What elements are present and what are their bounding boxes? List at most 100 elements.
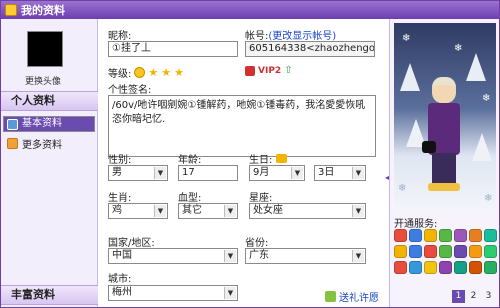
service-icon[interactable] (439, 245, 452, 258)
service-icon[interactable] (424, 261, 437, 274)
section-personal-info[interactable]: 个人资料 (1, 91, 98, 111)
snowflake-icon: ❄ (398, 183, 407, 194)
service-icon[interactable] (394, 261, 407, 274)
province-label: 省份: (245, 238, 269, 249)
basic-info-form: 昵称: ①挂了丄 帐号:(更改显示帐号) 605164338<zhaozheng… (99, 19, 382, 307)
chevron-down-icon: ▼ (291, 167, 303, 179)
services-grid (394, 229, 498, 275)
chevron-down-icon: ▼ (154, 167, 166, 179)
gender-value: 男 (112, 167, 122, 178)
service-icon[interactable] (484, 261, 497, 274)
sun-icon (134, 67, 146, 78)
nickname-label: 昵称: (108, 31, 132, 42)
birth-month-select[interactable]: 9月 ▼ (249, 165, 305, 181)
service-icon[interactable] (424, 229, 437, 242)
snowflake-icon: ❄ (482, 93, 491, 104)
gift-wish-link[interactable]: 送礼许愿 (325, 289, 379, 304)
service-icon[interactable] (439, 229, 452, 242)
city-value: 梅州 (112, 287, 132, 298)
level-label: 等级: (108, 69, 132, 80)
nickname-input[interactable]: ①挂了丄 (108, 41, 238, 57)
gift-wish-text: 送礼许愿 (339, 293, 379, 304)
vip-badge[interactable]: VIP2 ⇧ (245, 65, 293, 76)
birthday-label: 生日: (249, 155, 273, 166)
service-icon[interactable] (409, 229, 422, 242)
chevron-down-icon: ▼ (352, 205, 364, 217)
tree-shape (400, 63, 420, 91)
chevron-down-icon: ▼ (352, 250, 364, 262)
snowflake-icon: ❄ (484, 193, 493, 204)
country-select[interactable]: 中国 ▼ (108, 248, 238, 264)
service-icon[interactable] (484, 245, 497, 258)
profile-window: 我的资料 更换头像 个人资料 基本资料 更多资料 丰富资料 昵称: ①挂了丄 帐… (0, 0, 500, 308)
nav-item-label: 更多资料 (22, 140, 62, 151)
app-icon (5, 4, 17, 16)
page-1-button[interactable]: 1 (452, 290, 465, 303)
service-icon[interactable] (454, 245, 467, 258)
avatar[interactable] (27, 31, 63, 67)
chevron-down-icon: ▼ (224, 205, 236, 217)
nav-item-basic-info[interactable]: 基本资料 (3, 116, 95, 132)
birth-day-select[interactable]: 3日 ▼ (314, 165, 366, 181)
service-icon[interactable] (454, 229, 467, 242)
chevron-down-icon: ▼ (224, 250, 236, 262)
page-3-button[interactable]: 3 (482, 290, 495, 303)
service-icon[interactable] (469, 261, 482, 274)
section-rich-info[interactable]: 丰富资料 (1, 285, 98, 305)
snowflake-icon: ❄ (454, 43, 463, 54)
tree-shape (466, 53, 486, 81)
age-input[interactable]: 17 (178, 165, 238, 181)
blood-type-label: 血型: (178, 193, 202, 204)
change-avatar-link[interactable]: 更换头像 (25, 74, 61, 87)
services-label: 开通服务: (394, 219, 438, 230)
blood-type-select[interactable]: 其它 ▼ (178, 203, 238, 219)
age-label: 年龄: (178, 155, 202, 166)
character-feet (428, 183, 460, 191)
left-sidebar: 更换头像 个人资料 基本资料 更多资料 丰富资料 (1, 19, 98, 307)
star-icon: ★ (148, 66, 159, 79)
pager: 1 2 3 (452, 290, 495, 303)
arrow-up-icon: ⇧ (284, 65, 293, 76)
city-label: 城市: (108, 274, 132, 285)
avatar-show-image[interactable]: ❄ ❄ ❄ ❄ ❄ (394, 23, 496, 213)
service-icon[interactable] (394, 229, 407, 242)
star-icon: ★ (161, 66, 172, 79)
gender-select[interactable]: 男 ▼ (108, 165, 168, 181)
title-bar: 我的资料 (1, 1, 499, 19)
service-icon[interactable] (409, 261, 422, 274)
service-icon[interactable] (469, 245, 482, 258)
page-2-button[interactable]: 2 (467, 290, 480, 303)
service-icon[interactable] (484, 229, 497, 242)
signature-textarea[interactable]: /60v/吔许咽剜婉①锺解药，吔婉①锺毒药，我洺愛愛恢吼恣你暗圮忆. (108, 95, 376, 157)
service-icon[interactable] (409, 245, 422, 258)
service-icon[interactable] (394, 245, 407, 258)
star-sign-label: 星座: (249, 193, 273, 204)
service-icon[interactable] (424, 245, 437, 258)
star-sign-value: 处女座 (253, 205, 283, 216)
gender-label: 性别: (108, 155, 132, 166)
star-icon: ★ (174, 66, 184, 79)
profile-icon (7, 138, 18, 149)
account-field: 605164338<zhaozhengong@qq (245, 41, 375, 57)
character-head (432, 77, 456, 103)
zodiac-select[interactable]: 鸡 ▼ (108, 203, 168, 219)
cake-icon (276, 154, 288, 163)
chevron-down-icon: ▼ (224, 287, 236, 299)
tree-shape (472, 133, 492, 161)
service-icon[interactable] (439, 261, 452, 274)
account-label: 帐号:(更改显示帐号) (245, 27, 336, 42)
signature-label: 个性签名: (108, 85, 152, 96)
chevron-down-icon: ▼ (352, 167, 364, 179)
card-icon (7, 118, 18, 130)
vip-icon (245, 65, 255, 76)
level-row: 等级: ★ ★ ★ (108, 65, 184, 80)
province-select[interactable]: 广东 ▼ (245, 248, 366, 264)
nav-item-more-info[interactable]: 更多资料 (3, 135, 95, 152)
city-select[interactable]: 梅州 ▼ (108, 285, 238, 301)
birth-day-value: 3日 (318, 167, 335, 178)
star-sign-select[interactable]: 处女座 ▼ (249, 203, 366, 219)
character-bag (422, 141, 436, 153)
right-panel: ❄ ❄ ❄ ❄ ❄ 开通服务: 1 2 3 (389, 19, 499, 307)
service-icon[interactable] (469, 229, 482, 242)
service-icon[interactable] (454, 261, 467, 274)
